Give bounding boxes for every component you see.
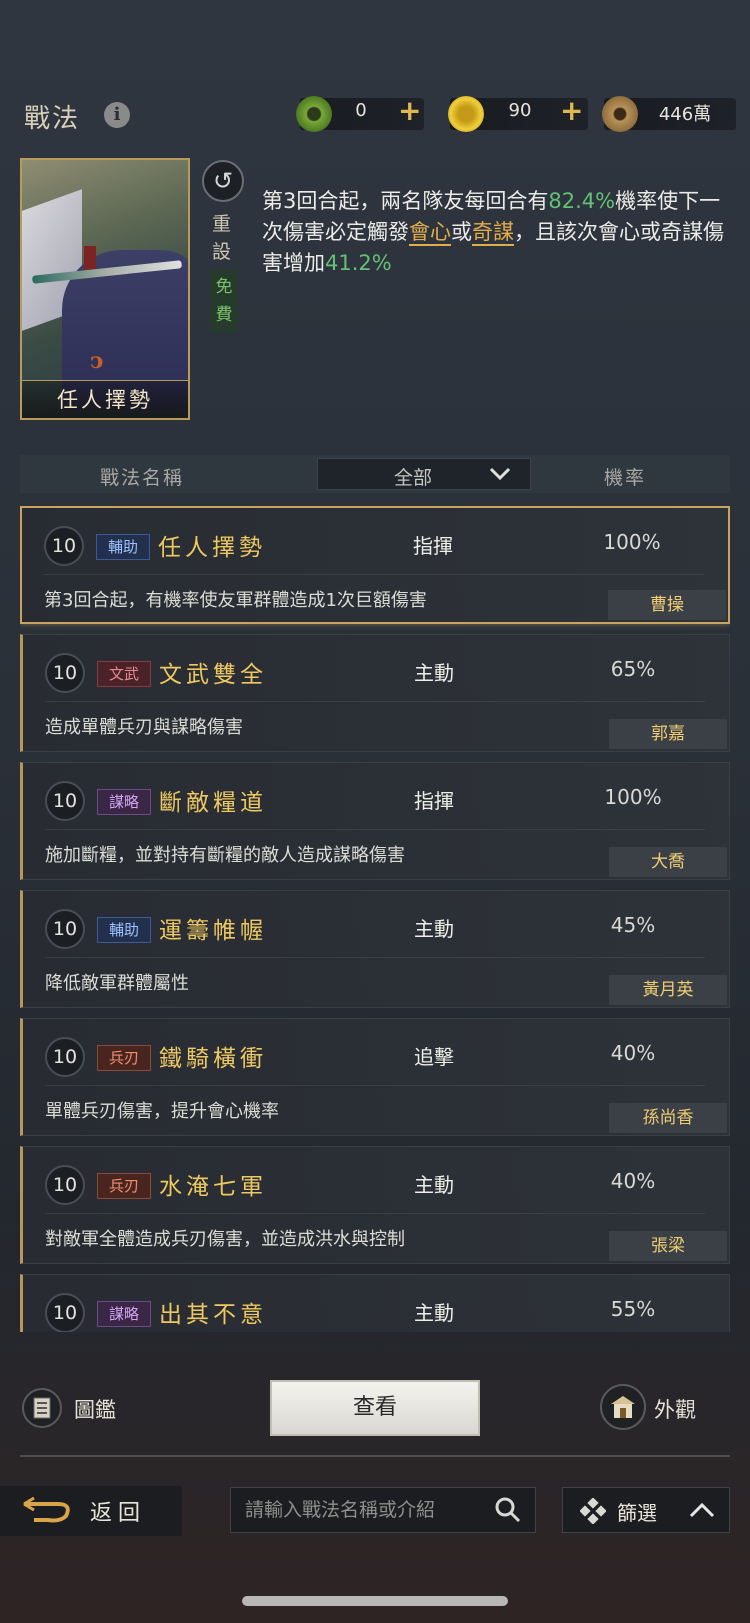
skill-tag: 輔助 bbox=[96, 534, 150, 560]
skill-row[interactable]: 10 輔助 運籌帷幄 主動 45% 降低敵軍群體屬性 黃月英 bbox=[20, 890, 730, 1008]
skill-level: 10 bbox=[45, 653, 85, 693]
skill-level: 10 bbox=[45, 1165, 85, 1205]
category-dropdown-value[interactable]: 全部 bbox=[394, 463, 432, 490]
gold-coin-icon bbox=[448, 96, 484, 132]
skill-rate: 65% bbox=[610, 657, 656, 681]
skill-desc: 施加斷糧，並對持有斷糧的敵人造成謀略傷害 bbox=[45, 845, 405, 866]
reset-button-label[interactable]: 重設 bbox=[212, 210, 236, 266]
skill-name: 運籌帷幄 bbox=[159, 918, 267, 944]
appearance-button[interactable]: 外觀 bbox=[654, 1394, 696, 1424]
skill-tag: 兵刃 bbox=[97, 1173, 151, 1199]
column-header-name: 戰法名稱 bbox=[100, 467, 185, 489]
filter-button-label[interactable]: 篩選 bbox=[617, 1497, 657, 1526]
skill-type: 指揮 bbox=[413, 534, 453, 558]
free-badge: 免費 bbox=[210, 270, 238, 332]
skill-rate: 40% bbox=[610, 1041, 656, 1065]
skill-rate: 55% bbox=[610, 1297, 656, 1321]
info-icon[interactable]: i bbox=[104, 102, 130, 128]
reset-icon[interactable]: ↺ bbox=[202, 160, 244, 202]
skill-tag: 謀略 bbox=[97, 1301, 151, 1327]
skill-level: 10 bbox=[45, 909, 85, 949]
skill-name: 文武雙全 bbox=[159, 662, 267, 688]
skill-row[interactable]: 10 兵刃 水淹七軍 主動 40% 對敵軍全體造成兵刃傷害，並造成洪水與控制 張… bbox=[20, 1146, 730, 1264]
skill-type: 指揮 bbox=[414, 789, 454, 813]
copper-coin-icon bbox=[602, 96, 638, 132]
skill-desc: 第3回合起，有機率使友軍群體造成1次巨額傷害 bbox=[44, 590, 427, 611]
hero-skill-name: 任人擇勢 bbox=[22, 380, 188, 418]
skill-type: 追擊 bbox=[414, 1045, 454, 1069]
add-jade-button[interactable]: + bbox=[398, 94, 421, 127]
search-input[interactable] bbox=[230, 1487, 536, 1533]
skill-name: 任人擇勢 bbox=[158, 535, 266, 561]
skill-desc: 造成單體兵刃與謀略傷害 bbox=[45, 717, 243, 738]
hero-tag: 張梁 bbox=[609, 1231, 727, 1261]
add-gold-button[interactable]: + bbox=[560, 94, 583, 127]
skill-tag: 輔助 bbox=[97, 917, 151, 943]
divider bbox=[20, 1455, 730, 1457]
skill-tag: 文武 bbox=[97, 661, 151, 687]
skill-tag: 謀略 bbox=[97, 789, 151, 815]
search-icon[interactable] bbox=[494, 1496, 522, 1524]
catalog-button[interactable]: 圖鑑 bbox=[74, 1394, 116, 1424]
skill-type: 主動 bbox=[414, 1301, 454, 1325]
skill-level: 10 bbox=[44, 526, 84, 566]
currency-gold-value: 90 bbox=[508, 100, 532, 121]
hero-tag: 郭嘉 bbox=[609, 719, 727, 749]
chevron-down-icon[interactable] bbox=[488, 462, 512, 486]
hero-tag: 曹操 bbox=[608, 590, 726, 620]
hero-tag: 黃月英 bbox=[609, 975, 727, 1005]
skill-row[interactable]: 10 兵刃 鐵騎橫衝 追擊 40% 單體兵刃傷害，提升會心機率 孫尚香 bbox=[20, 1018, 730, 1136]
skill-row[interactable]: 10 文武 文武雙全 主動 65% 造成單體兵刃與謀略傷害 郭嘉 bbox=[20, 634, 730, 752]
skill-rate: 45% bbox=[610, 913, 656, 937]
page-title: 戰法 bbox=[24, 104, 81, 134]
view-button[interactable]: 查看 bbox=[270, 1380, 480, 1436]
keyword-crit[interactable]: 會心 bbox=[409, 220, 451, 246]
jade-coin-icon bbox=[296, 96, 332, 132]
skill-row[interactable]: 10 謀略 出其不意 主動 55% bbox=[20, 1274, 730, 1332]
catalog-icon[interactable] bbox=[22, 1388, 62, 1428]
back-arrow-icon[interactable] bbox=[20, 1496, 76, 1526]
column-header-rate: 機率 bbox=[604, 467, 647, 489]
skill-row[interactable]: 10 謀略 斷敵糧道 指揮 100% 施加斷糧，並對持有斷糧的敵人造成謀略傷害 … bbox=[20, 762, 730, 880]
skill-name: 鐵騎橫衝 bbox=[159, 1046, 267, 1072]
skill-rate: 100% bbox=[604, 785, 662, 809]
skill-desc: 降低敵軍群體屬性 bbox=[45, 973, 189, 994]
keyword-strategy[interactable]: 奇謀 bbox=[472, 220, 514, 246]
skill-name: 出其不意 bbox=[159, 1302, 267, 1328]
skill-desc: 單體兵刃傷害，提升會心機率 bbox=[45, 1101, 279, 1122]
skill-level: 10 bbox=[45, 781, 85, 821]
skill-type: 主動 bbox=[414, 917, 454, 941]
skill-tag: 兵刃 bbox=[97, 1045, 151, 1071]
filter-diamond-icon[interactable] bbox=[580, 1498, 606, 1524]
skill-name: 斷敵糧道 bbox=[159, 790, 267, 816]
skill-type: 主動 bbox=[414, 661, 454, 685]
skill-row[interactable]: 10 輔助 任人擇勢 指揮 100% 第3回合起，有機率使友軍群體造成1次巨額傷… bbox=[20, 506, 730, 624]
skill-level: 10 bbox=[45, 1293, 85, 1332]
skill-list[interactable]: 10 輔助 任人擇勢 指揮 100% 第3回合起，有機率使友軍群體造成1次巨額傷… bbox=[20, 506, 730, 1332]
skill-description: 第3回合起，兩名隊友每回合有82.4%機率使下一次傷害必定觸發會心或奇謀，且該次… bbox=[262, 189, 724, 275]
skill-rate: 100% bbox=[603, 530, 661, 554]
hero-tag: 孫尚香 bbox=[609, 1103, 727, 1133]
appearance-icon[interactable] bbox=[600, 1384, 646, 1430]
skill-desc: 對敵軍全體造成兵刃傷害，並造成洪水與控制 bbox=[45, 1229, 405, 1250]
skill-name: 水淹七軍 bbox=[159, 1174, 267, 1200]
home-indicator bbox=[242, 1596, 508, 1606]
back-button-label[interactable]: 返回 bbox=[90, 1495, 146, 1527]
currency-copper-value: 446萬 bbox=[658, 104, 712, 125]
chevron-up-icon[interactable] bbox=[688, 1498, 716, 1522]
skill-type: 主動 bbox=[414, 1173, 454, 1197]
hero-tag: 大喬 bbox=[609, 847, 727, 877]
currency-jade-value: 0 bbox=[355, 100, 367, 121]
skill-level: 10 bbox=[45, 1037, 85, 1077]
skill-rate: 40% bbox=[610, 1169, 656, 1193]
